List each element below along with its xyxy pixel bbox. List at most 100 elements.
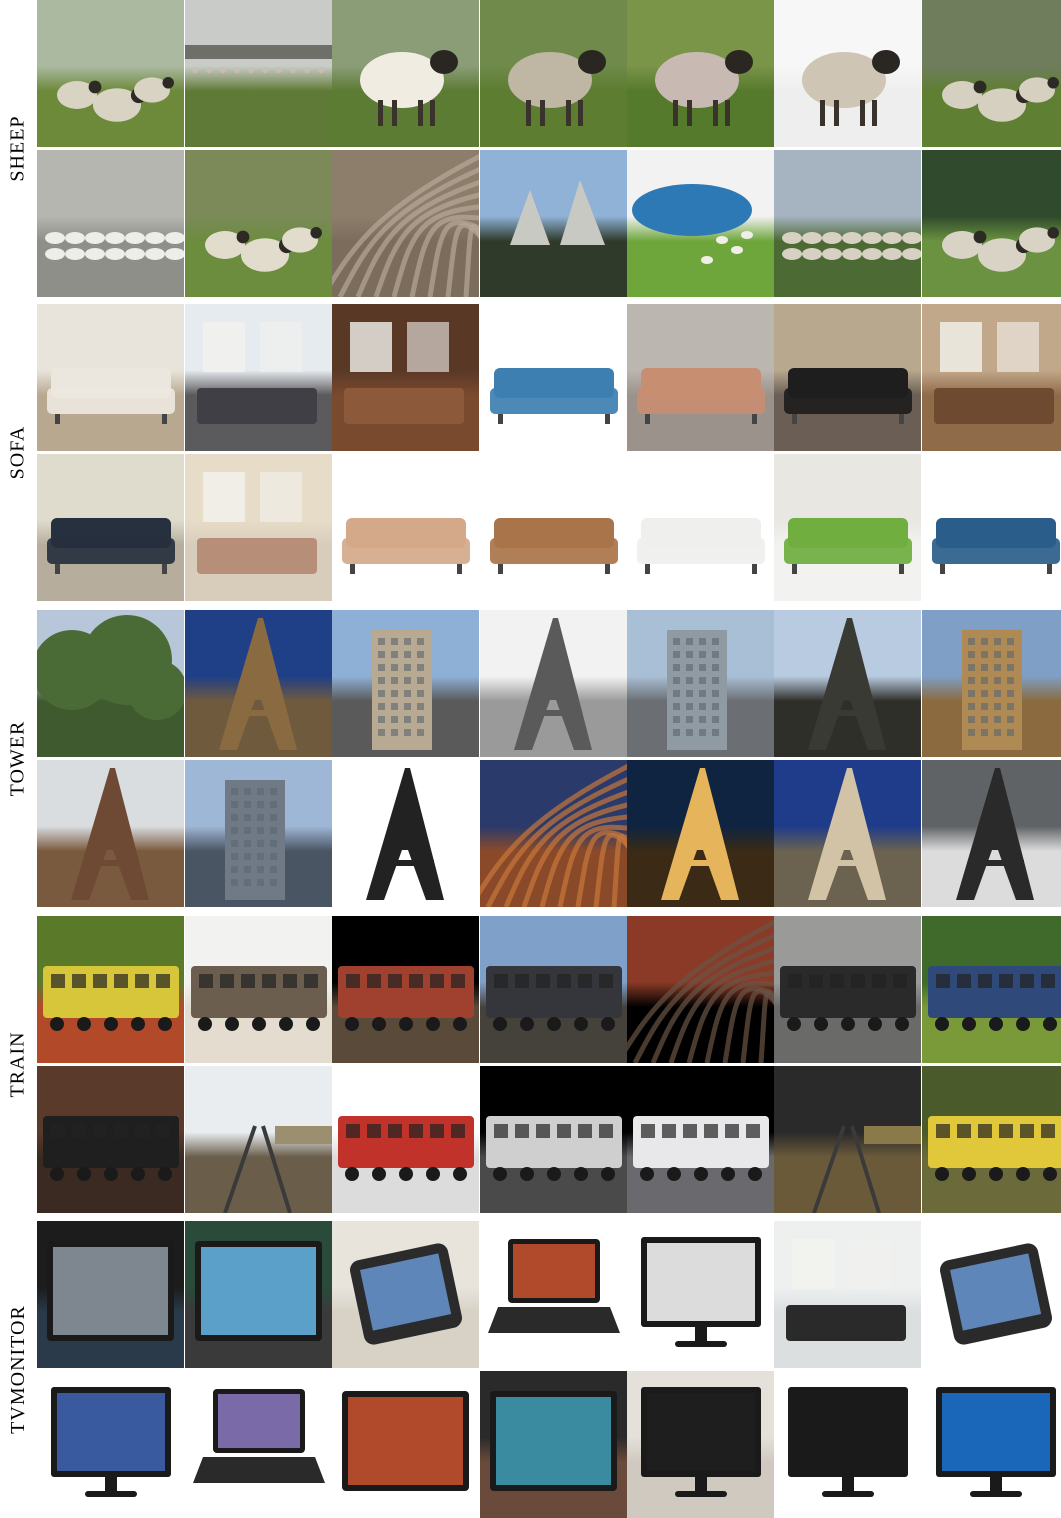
image-tile-tvmonitor-2-1 [37,1371,184,1518]
image-sofa-2-1 [37,454,184,601]
image-tile-tvmonitor-2-2 [185,1371,332,1518]
image-sheep-1-3 [332,0,479,147]
image-tvmonitor-2-5 [627,1371,774,1518]
image-sheep-1-5 [627,0,774,147]
image-tile-train-2-7 [922,1066,1061,1213]
image-sheep-1-6 [774,0,921,147]
image-tile-sheep-2-4 [480,150,627,297]
row-label-text: SOFA [6,425,29,480]
image-sofa-1-5 [627,304,774,451]
image-sofa-2-4 [480,454,627,601]
image-tile-sheep-1-7 [922,0,1061,147]
image-tile-sofa-1-7 [922,304,1061,451]
image-sofa-2-7 [922,454,1061,601]
image-tvmonitor-1-3 [332,1221,479,1368]
image-tile-sheep-1-4 [480,0,627,147]
image-tvmonitor-1-1 [37,1221,184,1368]
image-sofa-2-3 [332,454,479,601]
image-train-2-1 [37,1066,184,1213]
image-tile-sheep-2-2 [185,150,332,297]
image-sofa-2-5 [627,454,774,601]
image-tvmonitor-1-2 [185,1221,332,1368]
image-tile-tower-2-5 [627,760,774,907]
image-tile-train-1-1 [37,916,184,1063]
image-tile-tower-1-6 [774,610,921,757]
image-tile-sofa-2-1 [37,454,184,601]
image-tile-sofa-1-2 [185,304,332,451]
image-sheep-1-4 [480,0,627,147]
image-tile-sofa-1-5 [627,304,774,451]
image-sofa-1-1 [37,304,184,451]
image-tile-train-1-6 [774,916,921,1063]
row-label-text: TOWER [6,720,29,797]
image-tile-train-2-5 [627,1066,774,1213]
image-tile-tower-2-7 [922,760,1061,907]
image-tile-sheep-1-5 [627,0,774,147]
image-tvmonitor-2-7 [922,1371,1061,1518]
image-sofa-2-6 [774,454,921,601]
row-label-sofa: SOFA [0,304,36,601]
image-tile-tvmonitor-1-6 [774,1221,921,1368]
image-tile-sofa-2-4 [480,454,627,601]
image-sheep-2-6 [774,150,921,297]
image-tower-1-3 [332,610,479,757]
image-tile-tvmonitor-1-3 [332,1221,479,1368]
image-tower-1-5 [627,610,774,757]
row-label-sheep: SHEEP [0,0,36,297]
image-sheep-2-7 [922,150,1061,297]
image-sheep-1-1 [37,0,184,147]
image-tile-train-1-2 [185,916,332,1063]
image-train-2-4 [480,1066,627,1213]
image-tile-tvmonitor-1-1 [37,1221,184,1368]
image-sofa-1-7 [922,304,1061,451]
image-tile-tvmonitor-1-5 [627,1221,774,1368]
image-tower-1-2 [185,610,332,757]
image-sofa-1-3 [332,304,479,451]
image-tile-tvmonitor-2-3 [332,1371,479,1518]
image-train-2-7 [922,1066,1061,1213]
image-tvmonitor-2-3 [332,1371,479,1518]
image-tower-2-6 [774,760,921,907]
row-label-train: TRAIN [0,916,36,1213]
image-tile-sofa-2-2 [185,454,332,601]
image-tile-tower-2-4 [480,760,627,907]
image-tvmonitor-2-1 [37,1371,184,1518]
image-tile-sofa-1-6 [774,304,921,451]
image-tile-sheep-1-3 [332,0,479,147]
image-tile-train-1-3 [332,916,479,1063]
image-sheep-2-5 [627,150,774,297]
image-train-1-6 [774,916,921,1063]
image-tile-tower-2-6 [774,760,921,907]
image-tile-tower-1-5 [627,610,774,757]
image-tower-1-6 [774,610,921,757]
image-tower-2-5 [627,760,774,907]
image-tvmonitor-1-7 [922,1221,1061,1368]
image-tile-train-2-2 [185,1066,332,1213]
image-train-1-2 [185,916,332,1063]
image-tile-tvmonitor-2-4 [480,1371,627,1518]
image-tile-sheep-2-6 [774,150,921,297]
image-tile-tower-1-1 [37,610,184,757]
image-sheep-2-3 [332,150,479,297]
image-tile-train-2-3 [332,1066,479,1213]
image-tile-tower-2-3 [332,760,479,907]
image-train-1-3 [332,916,479,1063]
image-sheep-1-2 [185,0,332,147]
image-train-2-6 [774,1066,921,1213]
image-tile-sheep-1-6 [774,0,921,147]
row-label-text: TVMONITOR [6,1305,29,1434]
row-label-tvmonitor: TVMONITOR [0,1221,36,1518]
image-tower-2-1 [37,760,184,907]
image-train-2-5 [627,1066,774,1213]
image-tvmonitor-2-6 [774,1371,921,1518]
image-tile-tower-1-4 [480,610,627,757]
image-sheep-2-1 [37,150,184,297]
image-tile-sofa-1-1 [37,304,184,451]
image-sofa-1-2 [185,304,332,451]
image-tower-1-7 [922,610,1061,757]
image-train-1-1 [37,916,184,1063]
image-tile-sofa-1-3 [332,304,479,451]
image-tower-2-2 [185,760,332,907]
image-tower-1-4 [480,610,627,757]
image-tvmonitor-1-6 [774,1221,921,1368]
